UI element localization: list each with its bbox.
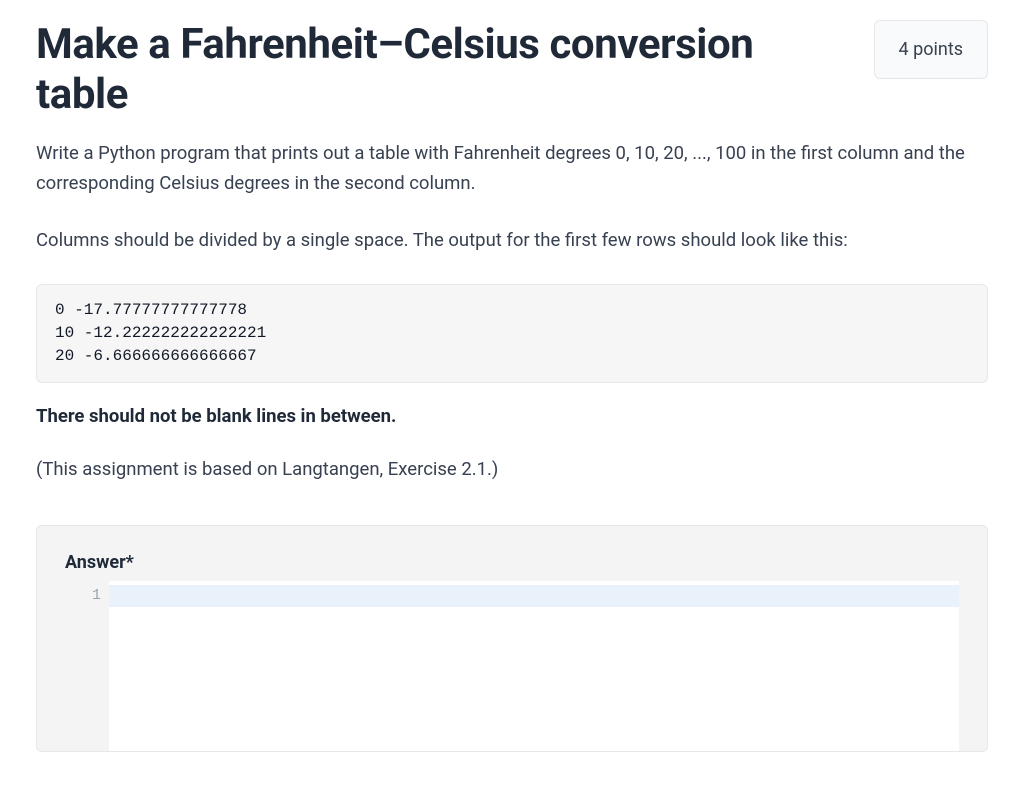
description-paragraph-2: Columns should be divided by a single sp…	[36, 226, 988, 256]
editor-body	[109, 581, 959, 751]
code-editor: 1	[65, 581, 959, 751]
editor-gutter: 1	[65, 581, 109, 751]
assignment-header: Make a Fahrenheit–Celsius conversion tab…	[36, 20, 988, 119]
attribution-note: (This assignment is based on Langtangen,…	[36, 455, 988, 485]
no-blank-lines-note: There should not be blank lines in betwe…	[36, 405, 988, 427]
sample-output-code: 0 -17.77777777777778 10 -12.222222222222…	[36, 284, 988, 384]
points-badge: 4 points	[874, 20, 988, 79]
assignment-title: Make a Fahrenheit–Celsius conversion tab…	[36, 20, 850, 119]
answer-panel: Answer* 1	[36, 525, 988, 752]
answer-label: Answer*	[65, 552, 959, 573]
line-number: 1	[69, 585, 101, 607]
description-paragraph-1: Write a Python program that prints out a…	[36, 139, 988, 198]
answer-input[interactable]	[109, 581, 959, 751]
